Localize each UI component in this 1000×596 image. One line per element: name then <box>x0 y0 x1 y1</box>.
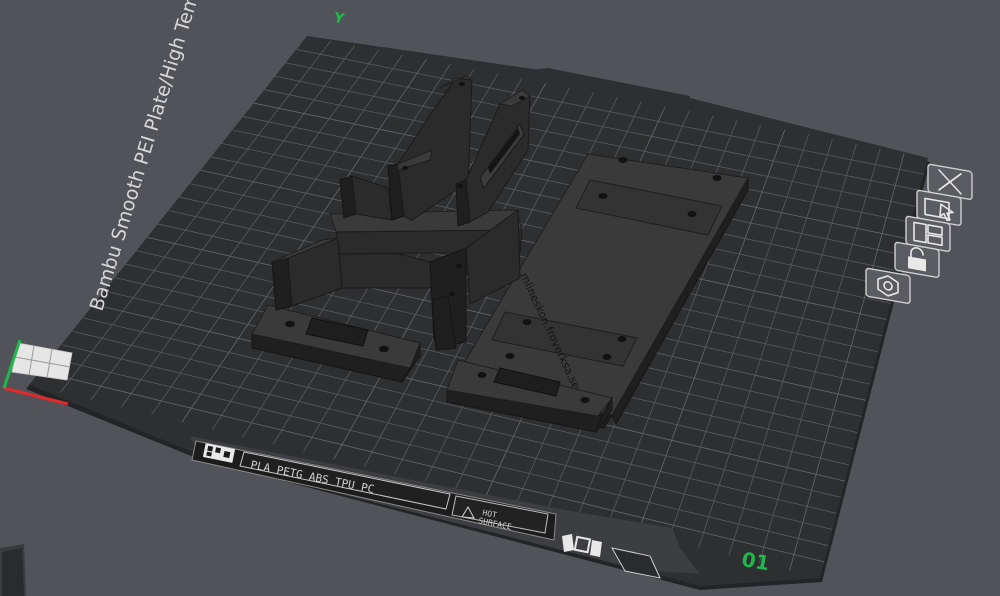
y-axis-label: Y <box>331 10 346 28</box>
corner-widget[interactable] <box>0 544 26 596</box>
plate-number: 01 <box>740 547 772 575</box>
3d-viewport[interactable]: Bambu Smooth PEI Plate/High Temp Plate P… <box>0 0 1000 596</box>
